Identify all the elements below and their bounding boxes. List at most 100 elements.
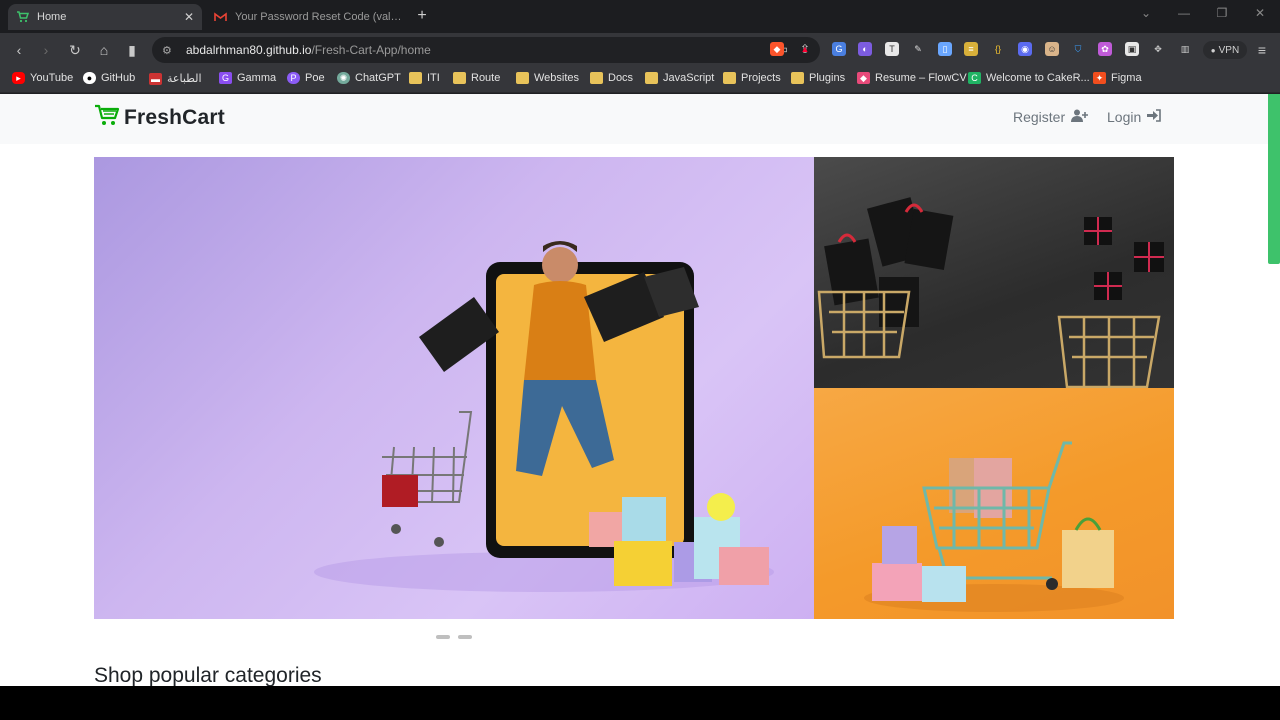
page-scrollbar[interactable]	[1268, 94, 1280, 686]
bookmark-label: Docs	[608, 72, 634, 84]
hero-side-image-top[interactable]	[814, 157, 1174, 388]
bookmark-print-site[interactable]: ▬ الطباعة	[149, 72, 202, 85]
bookmark-folder-projects[interactable]: Projects	[723, 72, 781, 84]
extension-icon[interactable]: ≡	[964, 42, 978, 56]
home-button[interactable]: ⌂	[95, 41, 113, 59]
bookmark-icon[interactable]: ▮	[123, 41, 141, 59]
tab-gmail[interactable]: Your Password Reset Code (valid for	[206, 4, 402, 30]
freshcart-cart-icon	[16, 11, 29, 24]
folder-icon	[723, 72, 736, 84]
extensions-puzzle-icon[interactable]: ✥	[1151, 42, 1165, 56]
bookmark-poe[interactable]: P Poe	[287, 72, 325, 84]
bookmark-github[interactable]: ● GitHub	[83, 72, 135, 84]
bookmark-label: Gamma	[237, 72, 277, 84]
github-icon: ●	[83, 72, 96, 84]
flowcv-icon: ◆	[857, 72, 870, 84]
cakeresume-icon: C	[968, 72, 981, 84]
folder-icon	[409, 72, 422, 84]
bookmark-label: YouTube	[30, 72, 74, 84]
chatgpt-icon: ✺	[337, 72, 350, 84]
bookmark-folder-docs[interactable]: Docs	[590, 72, 633, 84]
restore-button[interactable]: ❐	[1212, 6, 1232, 20]
bookmark-youtube[interactable]: ▸ YouTube	[12, 72, 73, 84]
brand-name: FreshCart	[124, 105, 225, 129]
browser-toolbar: ‹ › ↻ ⌂ ▮ ⚙ abdalrhman80.github.io/Fresh…	[0, 33, 1280, 67]
login-link[interactable]: Login	[1107, 109, 1162, 125]
bookmark-gamma[interactable]: G Gamma	[219, 72, 276, 84]
forward-button[interactable]: ›	[37, 41, 55, 59]
extension-icon[interactable]: ☺	[1045, 42, 1059, 56]
poe-icon: P	[287, 72, 300, 84]
bookmark-label: Route	[471, 72, 501, 84]
figma-icon: ✦	[1093, 72, 1106, 84]
scrollbar-thumb[interactable]	[1268, 94, 1280, 264]
bookmark-label: Plugins	[809, 72, 846, 84]
extension-icon[interactable]: ✿	[1098, 42, 1112, 56]
register-link[interactable]: Register	[1013, 109, 1089, 125]
translate-ext-icon[interactable]: G	[832, 42, 846, 56]
shopping-man-illustration	[314, 241, 774, 592]
bookmark-label: ITI	[427, 72, 440, 84]
site-navbar: FreshCart Register Login	[0, 94, 1268, 144]
bookmark-folder-plugins[interactable]: Plugins	[791, 72, 845, 84]
bookmark-label: Projects	[741, 72, 781, 84]
login-label: Login	[1107, 109, 1142, 125]
extension-icon[interactable]: T	[885, 42, 899, 56]
color-picker-icon[interactable]: ✎	[911, 42, 925, 56]
browser-window: Home ✕ Your Password Reset Code (valid f…	[0, 0, 1280, 720]
vpn-button[interactable]: ● VPN	[1203, 41, 1247, 59]
cart-with-gifts-illustration	[864, 441, 1124, 612]
hero-side-image-bottom[interactable]	[814, 388, 1174, 619]
register-label: Register	[1013, 109, 1066, 125]
bookmark-folder-route[interactable]: Route	[453, 72, 500, 84]
bags-and-carts-illustration	[817, 197, 1164, 388]
tab-strip: Home ✕ Your Password Reset Code (valid f…	[0, 0, 1280, 33]
bookmark-flowcv[interactable]: ◆ Resume – FlowCV	[857, 72, 967, 84]
brave-shields-icon[interactable]: ◆	[770, 42, 784, 56]
site-settings-icon[interactable]: ⚙	[162, 44, 176, 57]
shopping-cart-icon	[94, 104, 120, 131]
screen-bottom-bar	[0, 686, 1280, 720]
slider-indicators	[436, 635, 472, 639]
bookmark-cakeresume[interactable]: C Welcome to CakeR...	[968, 72, 1090, 84]
folder-icon	[645, 72, 658, 84]
bookmark-label: Figma	[1111, 72, 1142, 84]
tab-search-icon[interactable]: ⌄	[1136, 6, 1156, 20]
reload-button[interactable]: ↻	[66, 41, 84, 59]
extension-icon[interactable]: ◐	[858, 42, 872, 56]
user-plus-icon	[1071, 109, 1089, 125]
brand-logo[interactable]: FreshCart	[94, 104, 225, 131]
url-host: abdalrhman80.github.io	[186, 43, 312, 57]
address-bar[interactable]: ⚙ abdalrhman80.github.io/Fresh-Cart-App/…	[152, 37, 820, 63]
bookmark-chatgpt[interactable]: ✺ ChatGPT	[337, 72, 401, 84]
tab-title: Your Password Reset Code (valid for	[235, 11, 402, 23]
bookmark-label: Welcome to CakeR...	[986, 72, 1090, 84]
minimize-button[interactable]: —	[1174, 6, 1194, 20]
extension-icon[interactable]: ▯	[938, 42, 952, 56]
bookmark-folder-iti[interactable]: ITI	[409, 72, 440, 84]
menu-icon[interactable]: ≡	[1253, 41, 1271, 59]
json-viewer-icon[interactable]: {}	[991, 42, 1005, 56]
youtube-icon: ▸	[12, 72, 25, 84]
close-tab-icon[interactable]: ✕	[180, 10, 198, 24]
bookmark-folder-websites[interactable]: Websites	[516, 72, 579, 84]
extension-icon[interactable]: ◉	[1018, 42, 1032, 56]
new-tab-button[interactable]: +	[412, 7, 432, 25]
extension-icon[interactable]: ▣	[1125, 42, 1139, 56]
hero-slider-image[interactable]	[94, 157, 814, 619]
section-title: Shop popular categories	[94, 664, 322, 686]
slider-dot[interactable]	[436, 635, 450, 639]
bookmark-folder-javascript[interactable]: JavaScript	[645, 72, 714, 84]
slider-dot[interactable]	[458, 635, 472, 639]
brave-rewards-icon[interactable]: ▲	[798, 42, 812, 56]
bookmark-figma[interactable]: ✦ Figma	[1093, 72, 1142, 84]
sidebar-icon[interactable]: ▥	[1178, 42, 1192, 56]
folder-icon	[791, 72, 804, 84]
close-window-button[interactable]: ✕	[1250, 6, 1270, 20]
vpn-shield-icon[interactable]: ⛉	[1071, 42, 1085, 56]
back-button[interactable]: ‹	[10, 41, 28, 59]
tab-home[interactable]: Home ✕	[8, 4, 202, 30]
bookmark-label: الطباعة	[167, 73, 202, 85]
bookmark-label: ChatGPT	[355, 72, 401, 84]
vpn-label: VPN	[1218, 44, 1240, 56]
